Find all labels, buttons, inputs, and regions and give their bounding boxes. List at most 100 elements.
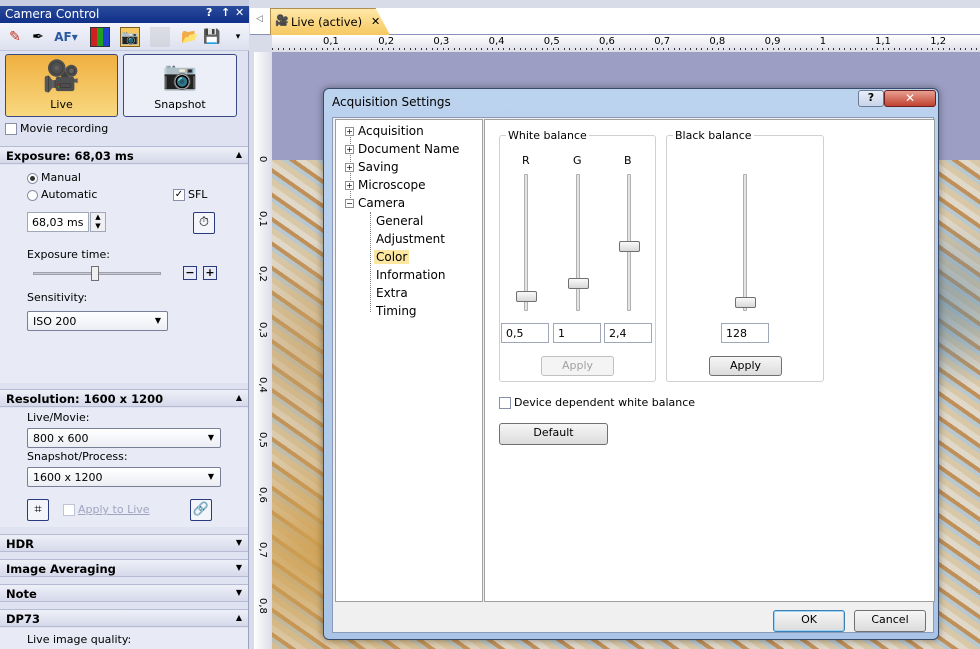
camera-settings-icon[interactable]: 📷: [120, 27, 140, 47]
exposure-slider-thumb[interactable]: [91, 266, 99, 281]
overflow-icon[interactable]: ▾: [232, 27, 244, 47]
ruler-tick: [387, 48, 389, 50]
collapse-icon[interactable]: ▲: [236, 150, 242, 159]
tree-item-information[interactable]: Information: [376, 268, 445, 282]
autofocus-button[interactable]: AF▾: [52, 27, 80, 47]
ruler-tick: [750, 48, 752, 50]
tab-live-active[interactable]: 🎥 Live (active) ✕: [270, 8, 390, 35]
movie-recording-checkbox[interactable]: Movie recording: [5, 122, 108, 135]
ok-button[interactable]: OK: [773, 610, 845, 632]
ruler-tick: [893, 48, 895, 50]
tree-item-color[interactable]: Color: [374, 250, 410, 264]
manual-radio[interactable]: Manual: [27, 171, 81, 184]
hdr-section-header[interactable]: HDR ▼: [0, 534, 248, 552]
cancel-button[interactable]: Cancel: [854, 610, 926, 632]
device-dependent-white-balance-checkbox[interactable]: Device dependent white balance: [499, 396, 695, 409]
link-icon[interactable]: 🔗: [190, 499, 212, 521]
disabled-icon: [150, 27, 170, 47]
ruler-tick: [959, 48, 961, 50]
tab-close-icon[interactable]: ✕: [371, 15, 380, 28]
tree-item-extra[interactable]: Extra: [376, 286, 408, 300]
ruler-tick: [288, 48, 290, 50]
note-section-header[interactable]: Note ▼: [0, 584, 248, 602]
ruler-tick: [745, 48, 746, 50]
ruler-tick: [783, 48, 785, 50]
ruler-tick: [338, 48, 339, 50]
g-value-input[interactable]: 1: [553, 323, 601, 343]
tree-item-timing[interactable]: Timing: [376, 304, 417, 318]
ruler-tick: [723, 48, 724, 50]
color-icon[interactable]: [90, 27, 110, 47]
ruler-tick: [789, 48, 790, 50]
tree-item-general[interactable]: General: [376, 214, 423, 228]
ruler-tick: [976, 48, 977, 50]
eyedropper-white-icon[interactable]: ✎: [5, 27, 25, 47]
ruler-tick: [393, 48, 394, 50]
ruler-tick: [833, 48, 834, 50]
live-button[interactable]: 🎥 Live: [5, 54, 118, 117]
sfl-checkbox[interactable]: ✓ SFL: [173, 188, 207, 201]
tree-item-camera[interactable]: − Camera: [345, 196, 405, 210]
help-button[interactable]: ?: [206, 6, 212, 19]
g-slider[interactable]: [576, 174, 580, 311]
black-balance-slider[interactable]: [743, 174, 747, 311]
panel-title-bar: Camera Control ? ↑ ✕: [0, 6, 249, 23]
black-balance-apply-button[interactable]: Apply: [709, 356, 782, 376]
black-balance-label: Black balance: [673, 129, 754, 142]
white-balance-label: White balance: [506, 129, 589, 142]
ruler-tick: [668, 48, 669, 50]
automatic-radio[interactable]: Automatic: [27, 188, 97, 201]
ruler-tick: [602, 48, 603, 50]
dialog-close-button[interactable]: ✕: [884, 90, 936, 107]
ruler-label: 0,1: [323, 36, 339, 47]
tree-item-acquisition[interactable]: + Acquisition: [345, 124, 424, 138]
ruler-tick: [827, 48, 829, 50]
ruler-tick: [794, 48, 796, 50]
exposure-value-input[interactable]: 68,03 ms: [27, 212, 89, 232]
sensitivity-select[interactable]: ISO 200 ▼: [27, 311, 168, 331]
ruler-tick: [778, 48, 779, 50]
tree-item-microscope[interactable]: + Microscope: [345, 178, 426, 192]
save-icon[interactable]: 💾: [202, 27, 222, 47]
pin-icon[interactable]: ↑: [221, 6, 230, 19]
r-slider-thumb[interactable]: [516, 291, 537, 303]
timer-icon[interactable]: ⏱: [193, 212, 215, 234]
close-icon[interactable]: ✕: [235, 6, 244, 19]
ruler-tick: [816, 48, 818, 50]
tree-item-saving[interactable]: + Saving: [345, 160, 399, 174]
b-value-input[interactable]: 2,4: [604, 323, 652, 343]
ruler-tick: [800, 48, 801, 50]
ruler-tick: [706, 48, 708, 50]
exposure-spinner[interactable]: ▲ ▼: [90, 212, 106, 232]
black-balance-slider-thumb[interactable]: [735, 296, 756, 308]
r-value-input[interactable]: 0,5: [501, 323, 549, 343]
ruler-tick: [382, 48, 383, 50]
ruler-tick: [673, 48, 675, 50]
black-balance-input[interactable]: 128: [721, 323, 769, 343]
open-folder-icon[interactable]: 📂: [180, 27, 200, 47]
decrease-button[interactable]: −: [183, 266, 197, 280]
g-slider-thumb[interactable]: [568, 277, 589, 289]
snapshot-resolution-select[interactable]: 1600 x 1200 ▼: [27, 467, 221, 487]
ruler-tick: [420, 48, 422, 50]
tree-item-document-name[interactable]: + Document Name: [345, 142, 459, 156]
ruler-tick: [849, 48, 851, 50]
crop-icon[interactable]: ⌗: [27, 499, 49, 521]
live-resolution-select[interactable]: 800 x 600 ▼: [27, 428, 221, 448]
eyedropper-black-icon[interactable]: ✒: [28, 27, 48, 47]
tree-item-adjustment[interactable]: Adjustment: [376, 232, 445, 246]
resolution-section-header[interactable]: Resolution: 1600 x 1200 ▲: [0, 389, 248, 407]
snapshot-button[interactable]: 📷 Snapshot: [123, 54, 237, 117]
exposure-section-header[interactable]: Exposure: 68,03 ms ▲: [0, 146, 248, 164]
image-averaging-section-header[interactable]: Image Averaging ▼: [0, 559, 248, 577]
resolution-section: Live/Movie: 800 x 600 ▼ Snapshot/Process:…: [0, 408, 248, 527]
dp73-section-header[interactable]: DP73 ▲: [0, 609, 248, 627]
scroll-left-icon[interactable]: ◁: [256, 14, 263, 24]
b-slider-thumb[interactable]: [619, 240, 640, 252]
dialog-help-button[interactable]: ?: [858, 90, 884, 107]
default-button[interactable]: Default: [499, 423, 608, 445]
increase-button[interactable]: +: [203, 266, 217, 280]
black-balance-group: Black balance 128 Apply: [666, 129, 824, 382]
ruler-tick: [321, 48, 323, 50]
ruler-tick: [965, 48, 966, 50]
